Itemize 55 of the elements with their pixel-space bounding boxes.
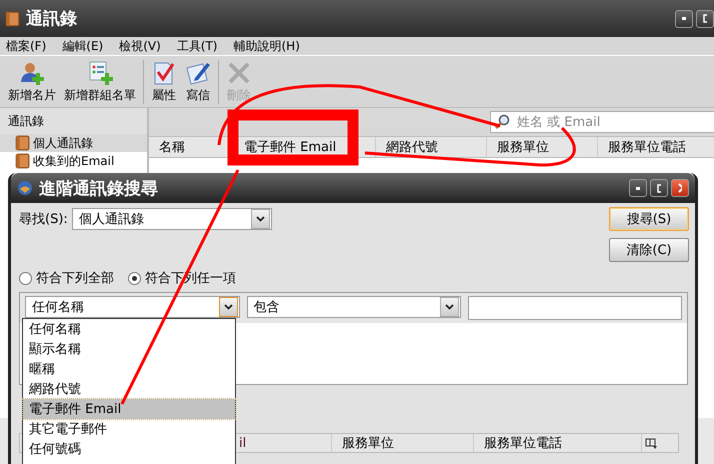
- column-header[interactable]: 電子郵件 Email: [234, 137, 376, 157]
- dialog-button[interactable]: 清除(C): [609, 238, 689, 262]
- window-title: 通訊錄: [26, 8, 77, 30]
- dropdown-option[interactable]: 任何名稱: [23, 319, 235, 339]
- column-picker-icon[interactable]: [644, 436, 658, 450]
- column-header[interactable]: 服務單位電話: [474, 434, 642, 452]
- dropdown-option[interactable]: 顯示名稱: [23, 339, 235, 359]
- close-button[interactable]: [671, 179, 689, 197]
- dialog-title: 進階通訊錄搜尋: [39, 178, 158, 200]
- column-header[interactable]: 名稱: [149, 137, 234, 157]
- book-icon: [14, 153, 30, 169]
- toolbar-button[interactable]: 寫信: [181, 60, 215, 104]
- search-field[interactable]: 姓名 或 Email: [490, 111, 714, 133]
- address-book-dropdown[interactable]: 個人通訊錄: [72, 208, 272, 230]
- operator-dropdown[interactable]: 包含: [246, 296, 462, 318]
- list-add-icon: [87, 60, 113, 86]
- menu-item[interactable]: 工具(T): [176, 38, 218, 54]
- chevron-down-icon: [445, 304, 454, 310]
- maximize-button[interactable]: [650, 179, 668, 197]
- field-dropdown[interactable]: 任何名稱: [25, 296, 240, 318]
- dropdown-option[interactable]: 其它電子郵件: [23, 419, 235, 439]
- column-header[interactable]: 服務單位: [487, 137, 598, 157]
- toolbar-button[interactable]: 屬性: [147, 60, 181, 104]
- minimize-button[interactable]: [675, 10, 693, 28]
- search-icon: [494, 114, 512, 130]
- dropdown-option[interactable]: 電子郵件 Email: [23, 399, 235, 419]
- toolbar-button[interactable]: 新增名片: [4, 60, 60, 104]
- dialog-button[interactable]: 搜尋(S): [609, 207, 689, 231]
- minimize-button[interactable]: [629, 179, 647, 197]
- dropdown-option[interactable]: 任何號碼: [23, 439, 235, 459]
- maximize-button[interactable]: [696, 10, 714, 28]
- chevron-down-icon: [224, 304, 233, 310]
- dropdown-option[interactable]: 暱稱: [23, 359, 235, 379]
- address-book-icon: [4, 10, 20, 26]
- column-header[interactable]: 服務單位: [332, 434, 474, 452]
- column-header[interactable]: 網路代號: [376, 137, 487, 157]
- radio-option[interactable]: 符合下列全部: [19, 269, 114, 287]
- chevron-down-icon: [256, 216, 265, 222]
- tree-item[interactable]: 收集到的Email: [0, 152, 147, 170]
- minimize-icon: [682, 17, 686, 20]
- minimize-icon: [636, 186, 640, 190]
- dropdown-option[interactable]: 網路代號: [23, 379, 235, 399]
- column-header[interactable]: 服務單位電話: [598, 137, 714, 157]
- find-label: 尋找(S):: [19, 211, 68, 228]
- delete-icon: [226, 60, 252, 86]
- value-field[interactable]: [468, 296, 682, 320]
- tree-item[interactable]: 個人通訊錄: [0, 134, 147, 152]
- sidebar-header: 通訊錄: [8, 112, 44, 130]
- menu-item[interactable]: 編輯(E): [62, 38, 104, 54]
- toolbar-button[interactable]: 新增群組名單: [60, 60, 140, 104]
- menu-item[interactable]: 輔助說明(H): [234, 38, 300, 54]
- app-icon: [17, 180, 33, 196]
- menu-item[interactable]: 檢視(V): [119, 38, 161, 54]
- menu-item[interactable]: 檔案(F): [6, 38, 46, 54]
- book-icon: [14, 135, 30, 151]
